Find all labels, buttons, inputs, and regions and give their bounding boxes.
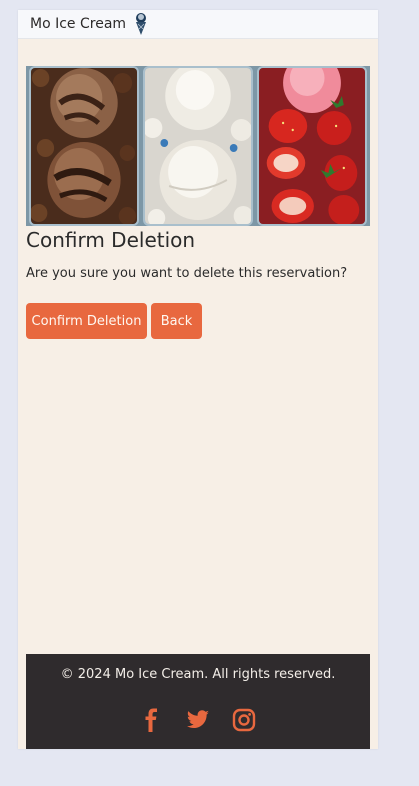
navbar: Mo Ice Cream xyxy=(18,10,378,39)
app-frame: Mo Ice Cream Confirm Deletion Are you su… xyxy=(18,10,378,749)
social-links xyxy=(26,708,370,732)
facebook-link[interactable] xyxy=(140,708,164,732)
facebook-icon xyxy=(145,708,157,732)
twitter-icon xyxy=(186,710,209,728)
strawberry-tub xyxy=(257,66,367,226)
chocolate-tub xyxy=(29,66,139,226)
instagram-link[interactable] xyxy=(232,708,256,732)
copyright-text: © 2024 Mo Ice Cream. All rights reserved… xyxy=(60,667,336,682)
page-title: Confirm Deletion xyxy=(26,228,196,252)
ice-cream-cone-icon xyxy=(136,13,147,35)
vanilla-tub xyxy=(143,66,253,226)
confirm-deletion-button[interactable]: Confirm Deletion xyxy=(26,303,147,339)
ice-cream-banner-image xyxy=(26,66,370,226)
brand-link[interactable]: Mo Ice Cream xyxy=(30,12,148,36)
twitter-link[interactable] xyxy=(186,708,210,732)
back-button[interactable]: Back xyxy=(151,303,202,339)
confirmation-message: Are you sure you want to delete this res… xyxy=(26,266,348,281)
brand-name: Mo Ice Cream xyxy=(30,16,127,32)
footer: © 2024 Mo Ice Cream. All rights reserved… xyxy=(26,654,370,749)
instagram-icon xyxy=(232,708,256,732)
